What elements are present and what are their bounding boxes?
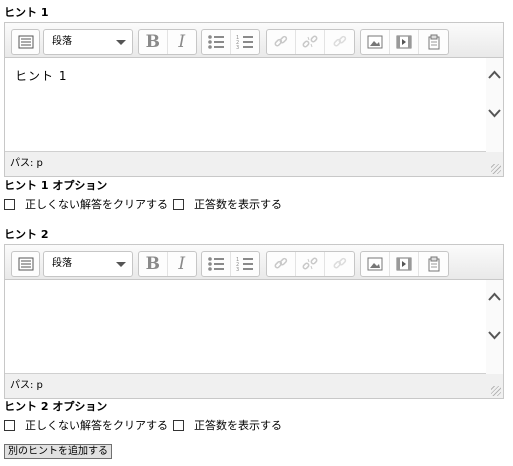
clear-incorrect-label: 正しくない解答をクリアする: [25, 419, 168, 432]
link-icon[interactable]: [267, 252, 296, 276]
text-style-group: B I: [138, 29, 197, 55]
resize-grip-icon[interactable]: [491, 164, 501, 174]
scroll-down-icon[interactable]: [488, 329, 501, 342]
scrollbar[interactable]: [486, 280, 503, 374]
anchor-icon[interactable]: [325, 252, 354, 276]
toolbar-toggle-icon[interactable]: [12, 30, 39, 54]
add-another-hint-button[interactable]: 別のヒントを追加する: [4, 444, 112, 459]
toolbar-toggle-group: [11, 251, 40, 277]
svg-text:3: 3: [236, 45, 239, 50]
link-icon[interactable]: [267, 30, 296, 54]
bullet-list-icon[interactable]: [202, 30, 231, 54]
hint-2-options-row: 正しくない解答をクリアする 正答数を表示する: [4, 417, 282, 433]
editor-path-bar: パス: p: [5, 375, 503, 398]
image-icon[interactable]: [361, 252, 390, 276]
format-label: 段落: [52, 36, 72, 47]
hint-1-title: ヒント 1: [4, 6, 49, 19]
list-group: 123: [201, 251, 260, 277]
numbered-list-icon[interactable]: 123: [231, 252, 259, 276]
hint-2-title: ヒント 2: [4, 228, 49, 241]
unlink-icon[interactable]: [296, 30, 325, 54]
show-num-correct-label: 正答数を表示する: [194, 419, 282, 432]
hint-1-options-title: ヒント 1 オプション: [4, 179, 108, 192]
hint-2-text-area[interactable]: [5, 280, 486, 374]
list-group: 123: [201, 29, 260, 55]
anchor-icon[interactable]: [325, 30, 354, 54]
hint-2-options-title: ヒント 2 オプション: [4, 400, 108, 413]
path-label: パス: p: [10, 158, 43, 169]
scroll-up-icon[interactable]: [488, 290, 501, 303]
bold-icon[interactable]: B: [139, 252, 168, 276]
editor-toolbar: 段落 B I 123: [5, 23, 503, 58]
editor-toolbar: 段落 B I 123: [5, 245, 503, 280]
show-num-correct-label: 正答数を表示する: [194, 198, 282, 211]
scroll-up-icon[interactable]: [488, 68, 501, 81]
italic-icon[interactable]: I: [168, 252, 196, 276]
media-icon[interactable]: [390, 252, 419, 276]
image-icon[interactable]: [361, 30, 390, 54]
chevron-down-icon: [116, 40, 126, 45]
insert-group: [360, 251, 449, 277]
bullet-list-icon[interactable]: [202, 252, 231, 276]
resize-grip-icon[interactable]: [491, 386, 501, 396]
hint-1-text-area[interactable]: ヒント 1: [5, 58, 486, 152]
path-label: パス: p: [10, 380, 43, 391]
toolbar-toggle-icon[interactable]: [12, 252, 39, 276]
scroll-down-icon[interactable]: [488, 107, 501, 120]
clear-incorrect-label: 正しくない解答をクリアする: [25, 198, 168, 211]
link-group: [266, 251, 355, 277]
hint-1-options-row: 正しくない解答をクリアする 正答数を表示する: [4, 196, 282, 212]
media-icon[interactable]: [390, 30, 419, 54]
svg-text:3: 3: [236, 267, 239, 272]
unlink-icon[interactable]: [296, 252, 325, 276]
format-label: 段落: [52, 258, 72, 269]
paragraph-format-select[interactable]: 段落: [43, 29, 133, 55]
show-num-correct-checkbox[interactable]: [173, 419, 184, 431]
link-group: [266, 29, 355, 55]
numbered-list-icon[interactable]: 123: [231, 30, 259, 54]
clear-incorrect-checkbox[interactable]: [4, 419, 15, 431]
manage-files-icon[interactable]: [419, 30, 448, 54]
toolbar-toggle-group: [11, 29, 40, 55]
manage-files-icon[interactable]: [419, 252, 448, 276]
text-style-group: B I: [138, 251, 197, 277]
bold-icon[interactable]: B: [139, 30, 168, 54]
show-num-correct-checkbox[interactable]: [173, 198, 184, 210]
hint-1-editor: 段落 B I 123 ヒント 1 パス: p: [4, 22, 504, 177]
insert-group: [360, 29, 449, 55]
hint-2-editor: 段落 B I 123 パス: p: [4, 244, 504, 399]
editor-path-bar: パス: p: [5, 153, 503, 176]
clear-incorrect-checkbox[interactable]: [4, 198, 15, 210]
scrollbar[interactable]: [486, 58, 503, 152]
italic-icon[interactable]: I: [168, 30, 196, 54]
paragraph-format-select[interactable]: 段落: [43, 251, 133, 277]
chevron-down-icon: [116, 262, 126, 267]
